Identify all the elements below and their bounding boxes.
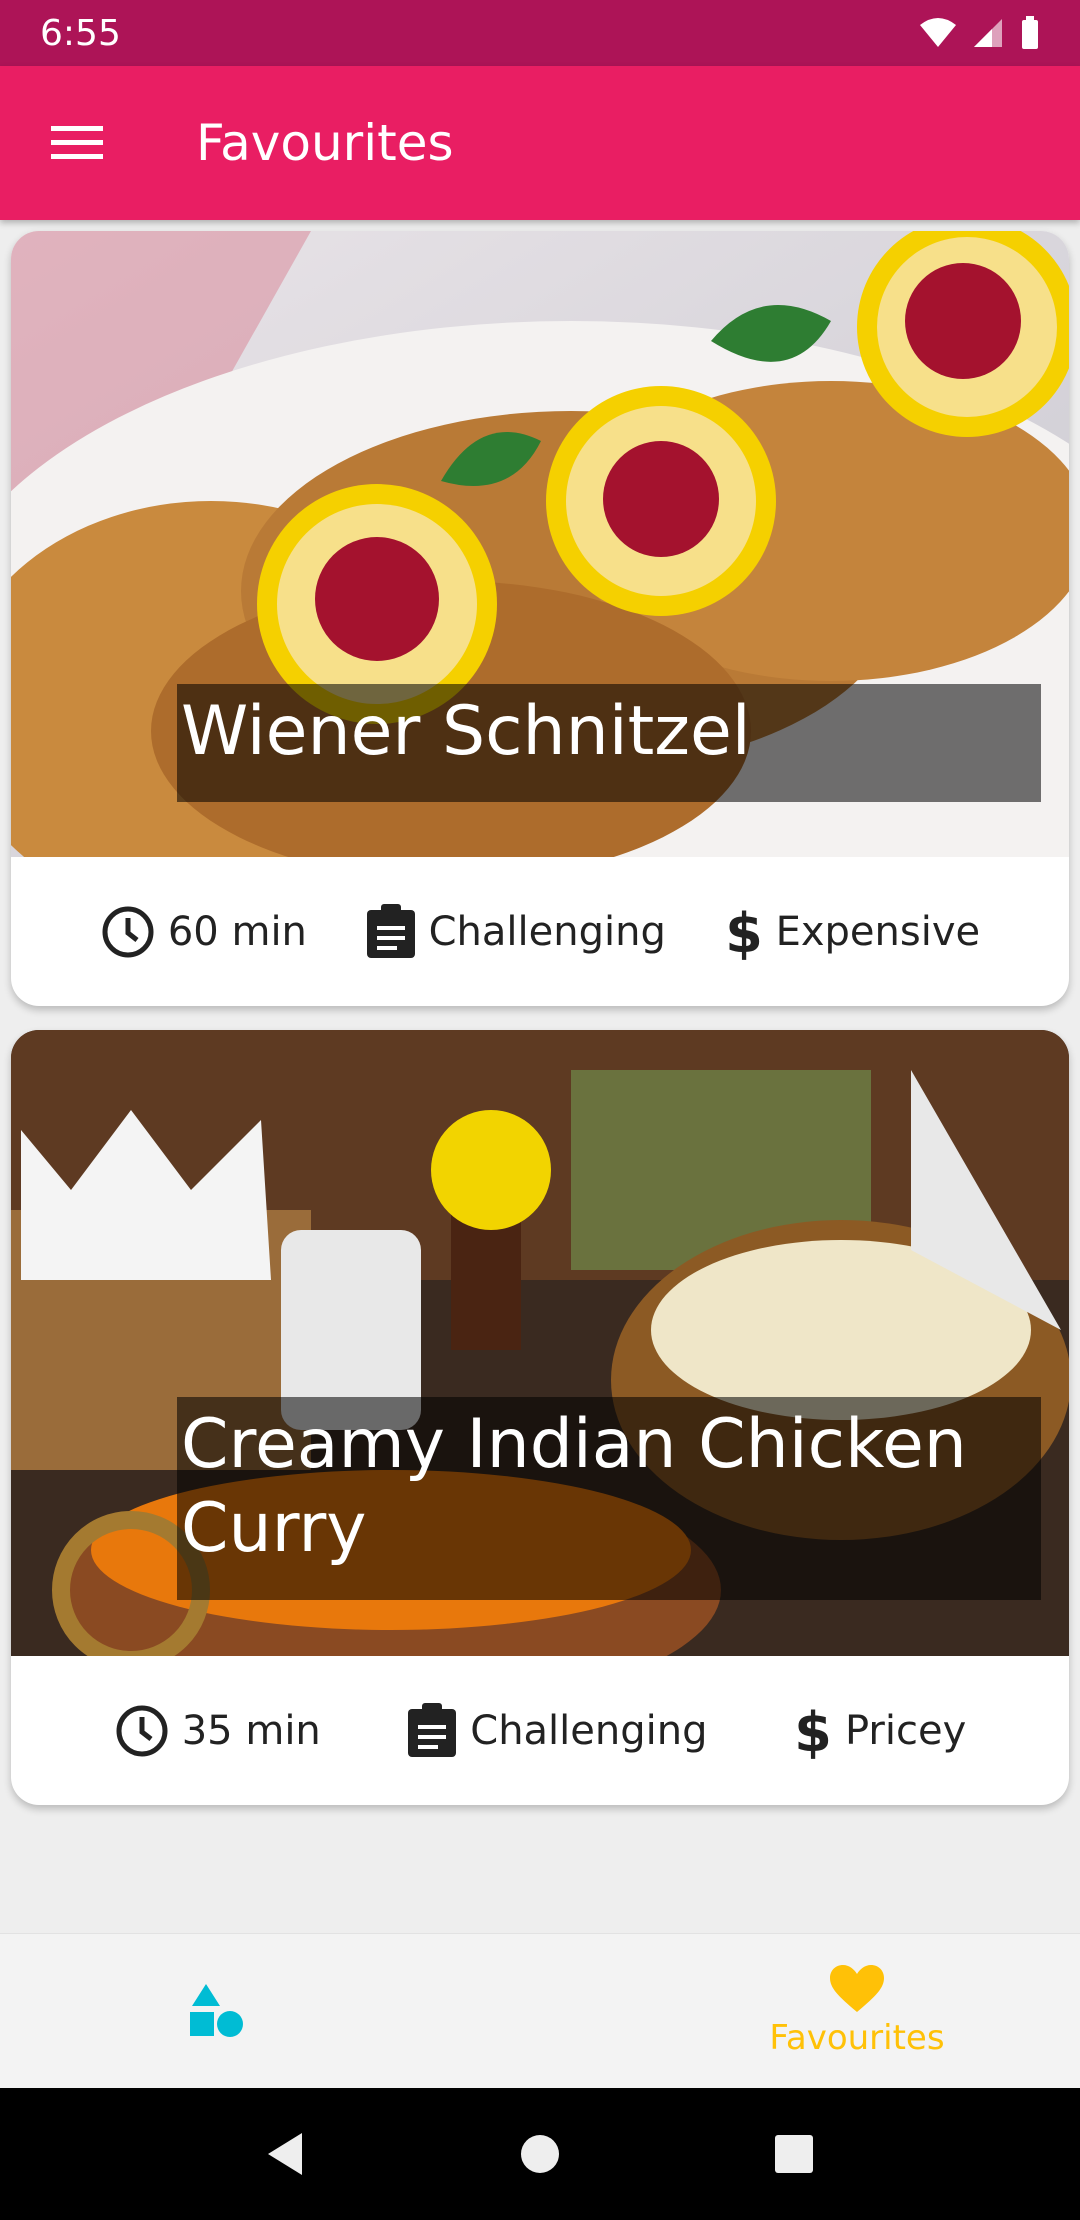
menu-icon — [51, 126, 103, 159]
signal-icon — [974, 19, 1002, 47]
battery-icon — [1022, 16, 1038, 49]
complexity-label: Challenging — [428, 908, 666, 955]
meal-card[interactable]: Wiener Schnitzel 60 min Challenging $ Ex… — [11, 231, 1069, 1006]
categories-icon — [190, 1984, 243, 2037]
wifi-icon — [920, 18, 956, 47]
page-title: Favourites — [196, 114, 454, 172]
complexity: Challenging — [406, 1702, 708, 1759]
affordability: $ Expensive — [724, 904, 981, 960]
meal-title: Wiener Schnitzel — [177, 684, 1041, 802]
clock-icon — [116, 1705, 168, 1756]
menu-button[interactable] — [38, 104, 116, 182]
svg-text:$: $ — [794, 1703, 832, 1759]
meal-title: Creamy Indian Chicken Curry — [177, 1397, 1041, 1600]
home-icon[interactable] — [519, 2133, 561, 2175]
recents-icon[interactable] — [774, 2134, 814, 2174]
affordability-label: Pricey — [844, 1707, 967, 1754]
complexity-label: Challenging — [470, 1707, 708, 1754]
svg-text:$: $ — [725, 904, 763, 960]
duration: 35 min — [114, 1703, 321, 1759]
status-time: 6:55 — [40, 12, 121, 54]
back-icon[interactable] — [266, 2131, 306, 2177]
nav-label-favourites: Favourites — [769, 2018, 945, 2058]
duration-label: 35 min — [181, 1707, 321, 1754]
dollar-icon: $ — [794, 1703, 832, 1759]
nav-item-categories[interactable] — [0, 1934, 634, 2088]
duration-label: 60 min — [167, 908, 307, 955]
complexity: Challenging — [365, 903, 666, 960]
clock-icon — [102, 906, 154, 957]
clipboard-icon — [408, 1702, 457, 1757]
meal-card[interactable]: Creamy Indian Chicken Curry 35 min Chall… — [11, 1030, 1069, 1805]
duration: 60 min — [100, 904, 307, 960]
affordability: $ Pricey — [793, 1703, 966, 1759]
meal-details: 60 min Challenging $ Expensive — [11, 857, 1069, 1006]
status-bar: 6:55 — [0, 0, 1080, 66]
system-navigation-bar — [0, 2088, 1080, 2220]
bottom-navigation: Favourites — [0, 1933, 1080, 2088]
app-bar: Favourites — [0, 66, 1080, 220]
heart-icon — [830, 1965, 884, 2012]
clipboard-icon — [366, 903, 415, 958]
affordability-label: Expensive — [775, 908, 981, 955]
status-icons — [918, 16, 1040, 50]
meal-details: 35 min Challenging $ Pricey — [11, 1656, 1069, 1805]
dollar-icon: $ — [725, 904, 763, 960]
nav-item-favourites[interactable]: Favourites — [634, 1934, 1080, 2088]
